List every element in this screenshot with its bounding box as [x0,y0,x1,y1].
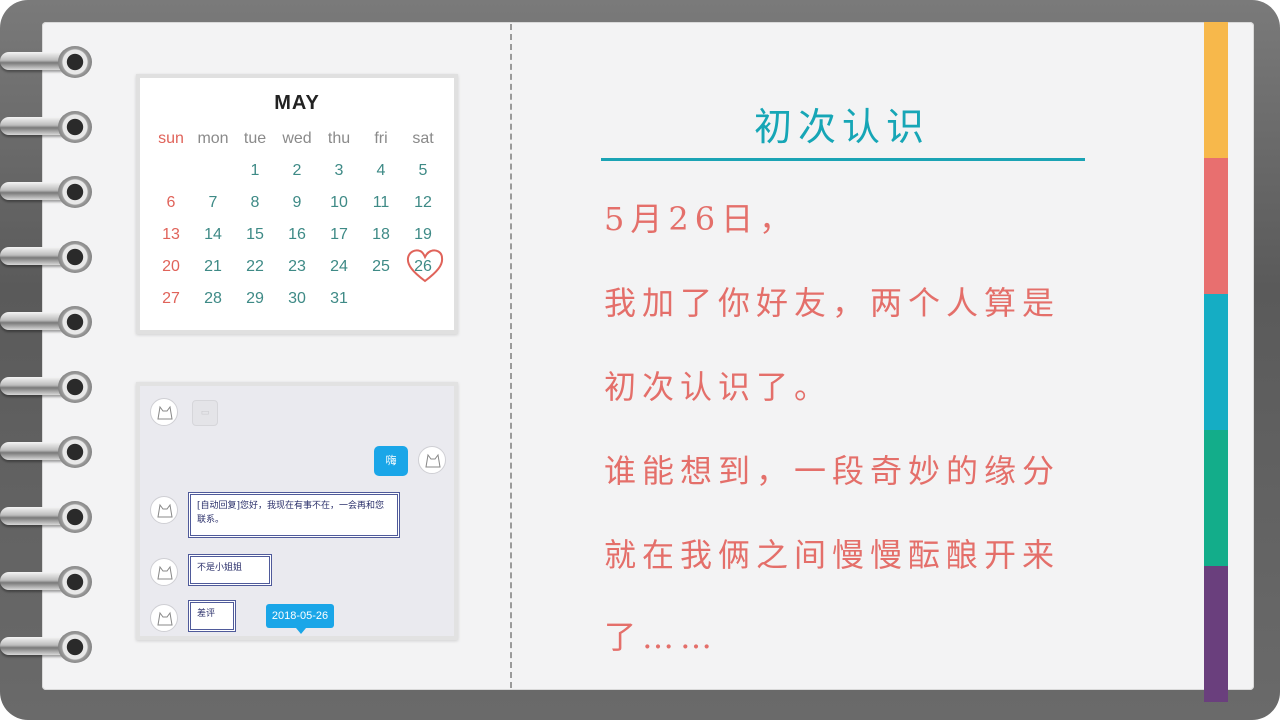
cat-avatar-icon [150,496,178,524]
reply-bubble: 不是小姐姐 [188,554,272,586]
calendar-day: 12 [414,194,432,211]
spiral-binding-ring-icon [0,497,96,537]
spiral-binding [0,0,100,720]
sent-message-bubble: 嗨 [374,446,408,476]
weekday-label: sat [412,130,434,147]
spiral-binding-ring-icon [0,237,96,277]
calendar-grid: sun mon tue wed thu fri sat 1 2 3 4 5 6 … [150,128,444,320]
calendar-day-highlighted: 26 [402,249,444,288]
calendar-day: 24 [330,258,348,275]
index-tab [1204,294,1228,430]
calendar-day: 28 [204,290,222,307]
image-placeholder-icon: ▭ [192,400,218,426]
calendar-day [360,288,402,320]
calendar-day [150,160,192,192]
weekday-label: thu [327,130,351,147]
cat-avatar-icon [150,558,178,586]
chat-screenshot-card: ▭ 嗨 [自动回复]您好，我现在有事不在，一会再和您联系。 不是小姐姐 差评 2… [136,382,458,640]
calendar-day: 3 [334,162,344,179]
weekday-label: wed [282,130,312,147]
calendar-day: 11 [372,194,390,211]
calendar-day: 25 [372,258,390,275]
story-line: 初次认识了。 [604,368,833,406]
calendar-day: 31 [330,290,348,307]
title-underline [601,158,1085,161]
weekday-label: sun [158,130,184,147]
calendar-day: 13 [162,226,180,243]
spiral-binding-ring-icon [0,367,96,407]
weekday-label: fri [374,130,388,147]
calendar-day: 29 [246,290,264,307]
may-calendar-card: MAY sun mon tue wed thu fri sat 1 2 3 4 … [136,74,458,334]
calendar-day: 14 [204,226,222,243]
page-title: 初次认识 [753,105,930,149]
calendar-week-row: 13 14 15 16 17 18 19 [150,224,444,256]
calendar-day: 8 [250,194,260,211]
calendar-day [192,160,234,192]
calendar-day: 2 [292,162,302,179]
spiral-binding-ring-icon [0,172,96,212]
calendar-day: 10 [330,194,348,211]
index-tab [1204,566,1228,702]
calendar-day: 5 [418,162,428,179]
calendar-week-row: 20 21 22 23 24 25 26 [150,249,444,288]
calendar-day: 9 [292,194,302,211]
calendar-day: 27 [162,290,180,307]
index-tab [1204,22,1228,158]
calendar-day: 15 [246,226,264,243]
calendar-week-row: 1 2 3 4 5 [150,160,444,192]
cat-avatar-icon [150,604,178,632]
calendar-day-label: 26 [414,258,432,275]
calendar-day: 16 [288,226,306,243]
auto-reply-bubble: [自动回复]您好，我现在有事不在，一会再和您联系。 [188,492,400,538]
cat-avatar-icon [150,398,178,426]
story-line: 5月26日， [604,200,798,238]
spiral-binding-ring-icon [0,302,96,342]
spiral-binding-ring-icon [0,627,96,667]
index-tab [1204,430,1228,566]
index-tabs [1204,22,1228,702]
calendar-day: 17 [330,226,348,243]
calendar-day: 23 [288,258,306,275]
index-tab [1204,158,1228,294]
spiral-binding-ring-icon [0,562,96,602]
calendar-month-title: MAY [274,92,320,114]
calendar-day: 7 [208,194,218,211]
spiral-binding-ring-icon [0,107,96,147]
calendar-day: 6 [166,194,176,211]
story-line: 我加了你好友，两个人算是 [604,284,1061,322]
calendar-day [402,288,444,320]
spiral-binding-ring-icon [0,42,96,82]
timestamp-tooltip: 2018-05-26 [266,604,334,634]
calendar-day: 20 [162,258,180,275]
story-line: 就在我俩之间慢慢酝酿开来 [604,536,1061,574]
reply-bubble: 差评 [188,600,236,632]
calendar-day: 1 [250,162,260,179]
calendar-week-row: 27 28 29 30 31 [150,288,444,320]
calendar-week-row: 6 7 8 9 10 11 12 [150,192,444,224]
weekday-label: mon [197,130,229,147]
calendar-day: 21 [204,258,222,275]
calendar-day: 22 [246,258,264,275]
calendar-weekday-header: sun mon tue wed thu fri sat [150,128,444,160]
calendar-day: 18 [372,226,390,243]
weekday-label: tue [243,130,267,147]
story-line: 了…… [604,618,719,656]
calendar-day: 30 [288,290,306,307]
story-line: 谁能想到，一段奇妙的缘分 [604,452,1061,490]
cat-avatar-icon [418,446,446,474]
calendar-day: 4 [376,162,386,179]
spiral-binding-ring-icon [0,432,96,472]
page-fold-divider [510,24,512,688]
